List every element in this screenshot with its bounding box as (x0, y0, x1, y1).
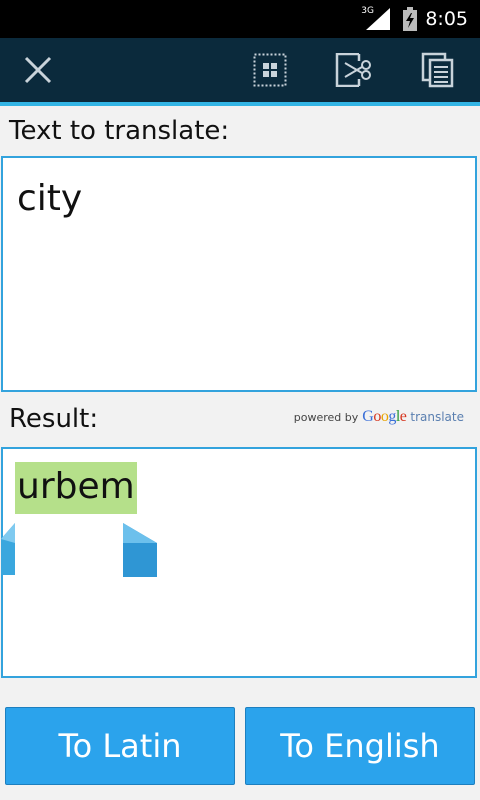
signal-icon (366, 8, 390, 30)
result-label: Result: (9, 404, 99, 434)
input-label: Text to translate: (9, 116, 230, 146)
google-logo: Google (362, 408, 407, 425)
close-button[interactable] (6, 38, 70, 102)
select-all-button[interactable] (238, 38, 302, 102)
cut-button[interactable] (322, 38, 386, 102)
translate-text: translate (410, 410, 464, 424)
copy-button[interactable] (406, 38, 470, 102)
to-english-button[interactable]: To English (245, 707, 475, 785)
selection-end-handle[interactable] (123, 523, 157, 577)
to-latin-button[interactable]: To Latin (5, 707, 235, 785)
copy-icon (421, 52, 454, 88)
text-to-translate-field[interactable]: city (1, 156, 477, 392)
result-text-selected[interactable]: urbem (15, 462, 137, 514)
powered-by-google-logo: powered by Google translate (294, 408, 464, 428)
selection-start-handle[interactable] (1, 523, 15, 575)
cut-icon (335, 53, 371, 87)
close-icon (24, 56, 52, 84)
powered-by-text: powered by (293, 411, 359, 424)
input-text[interactable]: city (17, 178, 82, 219)
result-field[interactable]: urbem (1, 447, 477, 678)
action-bar (0, 38, 480, 106)
clock: 8:05 (425, 8, 468, 30)
status-bar: 3G 8:05 (0, 0, 480, 38)
battery-charging-icon (403, 7, 417, 31)
select-all-icon (253, 53, 287, 87)
